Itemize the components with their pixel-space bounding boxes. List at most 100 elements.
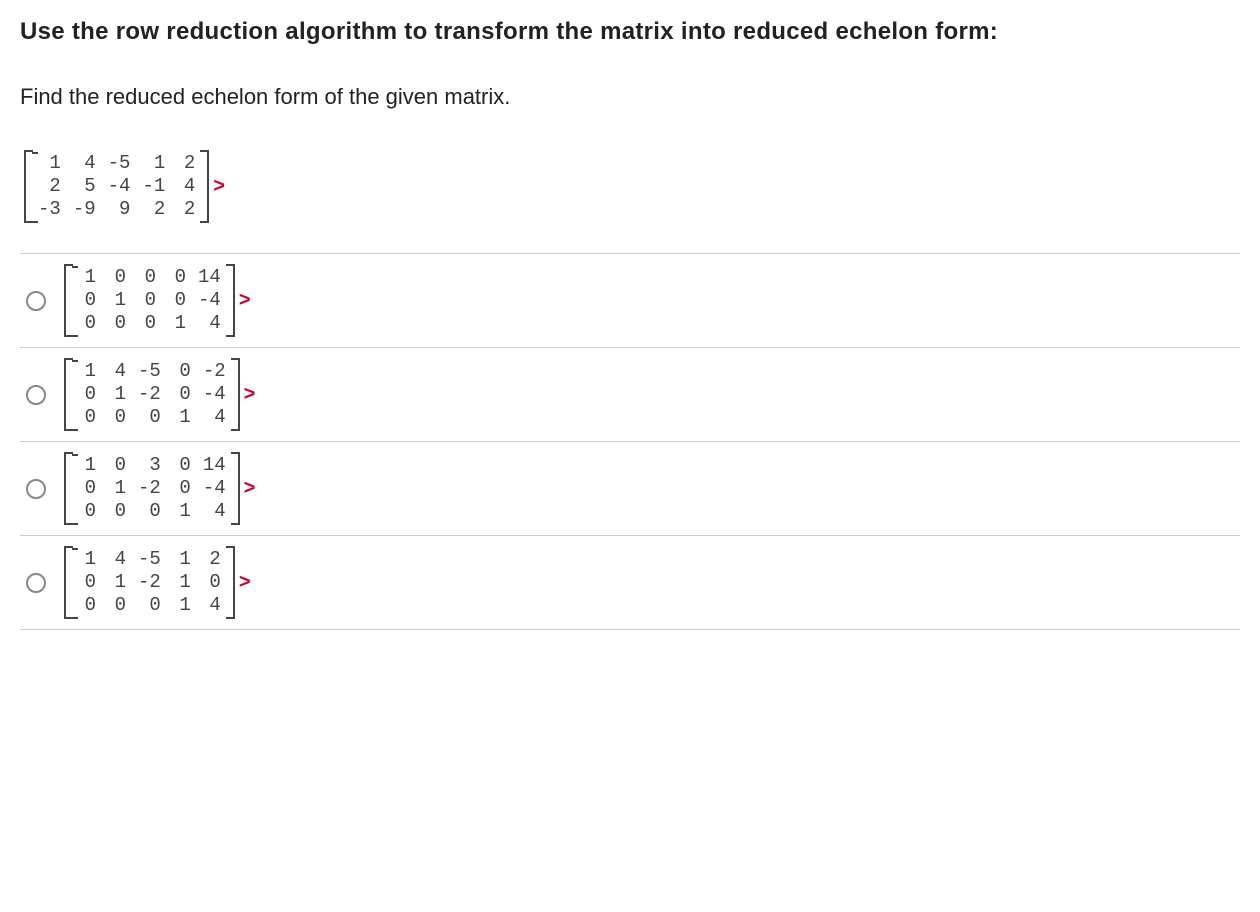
matrix-cell: -5 [132,548,167,571]
matrix-cell: 0 [72,406,102,429]
matrix-cell: 0 [72,312,102,335]
matrix-cell: 4 [192,312,227,335]
matrix-cell: -2 [132,571,167,594]
matrix-row: 1 4 -5 1 2 [32,152,201,175]
matrix-cell: 2 [171,152,201,175]
matrix-cell: 5 [67,175,102,198]
matrix-cell: 0 [132,289,162,312]
matrix-cell: -9 [67,198,102,221]
matrix-cell: 14 [197,454,232,477]
matrix-cell: 4 [102,360,132,383]
given-matrix: 1 4 -5 1 2 2 5 -4 -1 4 -3 -9 9 2 [24,150,209,223]
matrix-cell: 4 [67,152,102,175]
matrix-cell: 0 [162,266,192,289]
matrix-cell: 1 [167,571,197,594]
matrix-cell: 1 [102,477,132,500]
matrix-cell: 1 [32,152,67,175]
option-matrix: 14-50-2 01-20-4 00014 [64,358,240,431]
matrix-cell: -4 [197,383,232,406]
matrix-cell: 0 [72,594,102,617]
matrix-cell: 1 [162,312,192,335]
matrix-cell: -5 [132,360,167,383]
answer-option-3[interactable]: 103014 01-20-4 00014 > [20,442,1240,536]
matrix-cell: 2 [136,198,171,221]
radio-icon[interactable] [26,573,46,593]
given-matrix-table: 1 4 -5 1 2 2 5 -4 -1 4 -3 -9 9 2 [32,152,201,221]
option-matrix: 103014 01-20-4 00014 [64,452,240,525]
question-title: Use the row reduction algorithm to trans… [20,18,1240,46]
matrix-cell: 3 [132,454,167,477]
matrix-cell: 0 [72,289,102,312]
matrix-cell: 0 [102,312,132,335]
matrix-cell: 1 [102,289,132,312]
matrix-cell: 0 [132,500,167,523]
matrix-cell: -2 [132,383,167,406]
matrix-cell: 0 [72,571,102,594]
answer-option-2[interactable]: 14-50-2 01-20-4 00014 > [20,348,1240,442]
matrix-cell: 14 [192,266,227,289]
matrix-cell: -1 [136,175,171,198]
matrix-cell: 0 [102,406,132,429]
matrix-cell: -2 [197,360,232,383]
matrix-cell: 0 [197,571,227,594]
matrix-cell: 0 [167,477,197,500]
matrix-cell: -3 [32,198,67,221]
matrix-cell: 4 [197,500,232,523]
matrix-cell: 4 [102,548,132,571]
matrix-cell: 1 [72,454,102,477]
radio-icon[interactable] [26,385,46,405]
matrix-cell: 1 [167,500,197,523]
question-prompt: Find the reduced echelon form of the giv… [20,84,1240,110]
option-matrix: 14-512 01-210 00014 [64,546,235,619]
matrix-cell: 0 [132,406,167,429]
matrix-cell: 2 [171,198,201,221]
matrix-cell: 1 [167,406,197,429]
matrix-cell: 0 [167,360,197,383]
matrix-cell: 4 [171,175,201,198]
matrix-cell: 2 [32,175,67,198]
answer-option-4[interactable]: 14-512 01-210 00014 > [20,536,1240,630]
radio-icon[interactable] [26,479,46,499]
chevron-right-icon: > [213,175,225,198]
matrix-cell: -4 [197,477,232,500]
answer-option-1[interactable]: 100014 0100-4 00014 > [20,253,1240,348]
matrix-cell: 2 [197,548,227,571]
matrix-cell: 0 [102,594,132,617]
matrix-cell: -5 [102,152,137,175]
radio-icon[interactable] [26,291,46,311]
matrix-cell: 1 [72,548,102,571]
chevron-right-icon: > [244,477,256,500]
chevron-right-icon: > [239,571,251,594]
matrix-cell: -2 [132,477,167,500]
option-matrix: 100014 0100-4 00014 [64,264,235,337]
matrix-cell: -4 [102,175,137,198]
answer-options: 100014 0100-4 00014 > 14-50-2 01-20-4 00… [20,253,1240,630]
matrix-row: 2 5 -4 -1 4 [32,175,201,198]
matrix-cell: 9 [102,198,137,221]
matrix-row: -3 -9 9 2 2 [32,198,201,221]
matrix-cell: 0 [132,594,167,617]
matrix-cell: -4 [192,289,227,312]
matrix-cell: 1 [102,383,132,406]
chevron-right-icon: > [239,289,251,312]
matrix-cell: 1 [102,571,132,594]
matrix-cell: 0 [167,383,197,406]
matrix-cell: 0 [162,289,192,312]
matrix-cell: 1 [167,594,197,617]
matrix-cell: 0 [167,454,197,477]
matrix-cell: 0 [132,266,162,289]
given-matrix-block: 1 4 -5 1 2 2 5 -4 -1 4 -3 -9 9 2 [24,150,1240,223]
matrix-cell: 0 [102,500,132,523]
matrix-cell: 4 [197,406,232,429]
matrix-cell: 1 [167,548,197,571]
matrix-cell: 0 [72,383,102,406]
matrix-cell: 1 [72,266,102,289]
matrix-cell: 0 [72,500,102,523]
matrix-cell: 0 [72,477,102,500]
matrix-cell: 1 [72,360,102,383]
chevron-right-icon: > [244,383,256,406]
matrix-cell: 0 [132,312,162,335]
matrix-cell: 0 [102,266,132,289]
matrix-cell: 4 [197,594,227,617]
matrix-cell: 0 [102,454,132,477]
